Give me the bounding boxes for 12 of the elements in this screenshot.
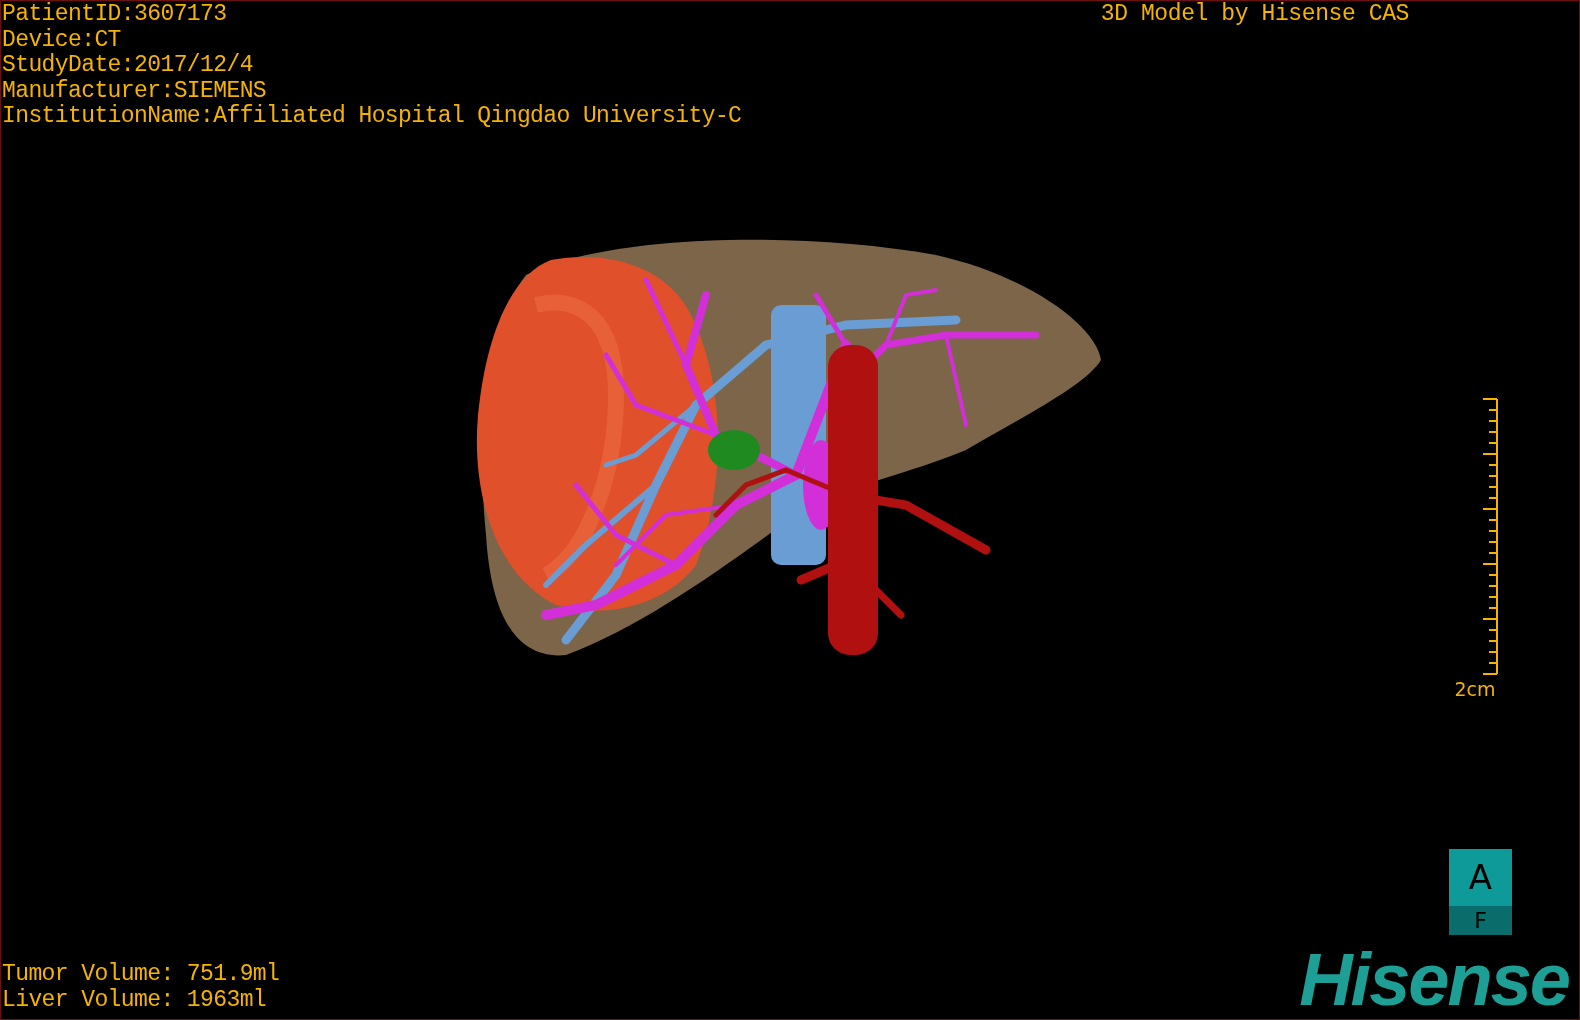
patient-info-text: InstitutionName:Affiliated Hospital Qingdao University-C bbox=[2, 104, 742, 130]
volume-text: Tumor Volume: 751.9ml bbox=[2, 962, 280, 988]
patient-info-text: Manufacturer:SIEMENS bbox=[2, 78, 268, 104]
patient-info-text: Device:CT bbox=[2, 27, 122, 53]
orientation-cube-face[interactable]: A bbox=[1449, 849, 1512, 906]
viewer-title: 3D Model by Hisense CAS bbox=[1100, 2, 1409, 28]
orientation-cube-face[interactable]: F bbox=[1449, 906, 1512, 935]
volume-text: Liver Volume: 1963ml bbox=[2, 987, 268, 1013]
scale-bar-label: 2cm bbox=[1454, 678, 1496, 699]
patient-info-text: StudyDate:2017/12/4 bbox=[2, 53, 254, 79]
patient-info-text: PatientID:3607173 bbox=[2, 2, 228, 28]
brand-logo: Hisense bbox=[1299, 947, 1570, 1013]
